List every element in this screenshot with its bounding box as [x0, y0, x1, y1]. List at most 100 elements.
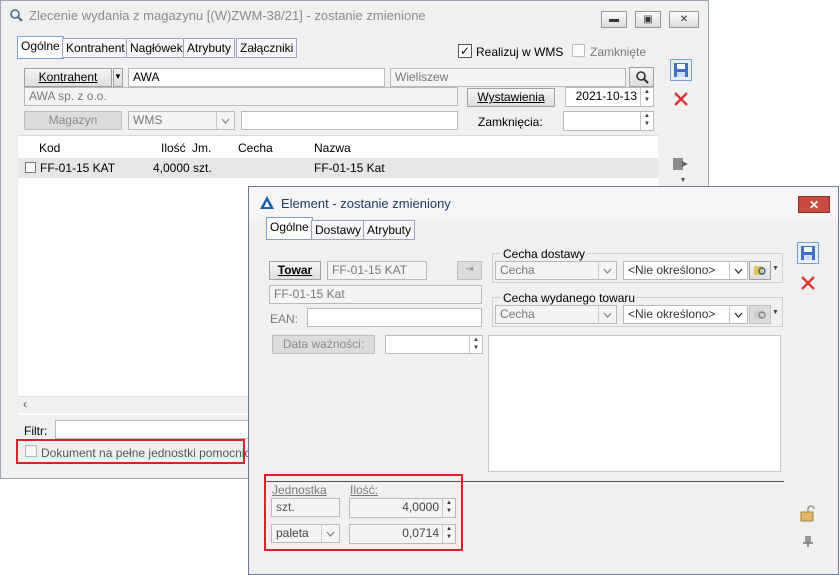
data-waznosci-field[interactable]: ▲ ▼: [385, 335, 483, 354]
chevron-down-icon: [598, 262, 616, 279]
row-checkbox[interactable]: [25, 162, 36, 173]
towar-code-field: FF-01-15 KAT: [327, 261, 427, 280]
cecha-dostawy-lookup-dropdown[interactable]: ▼: [772, 265, 780, 272]
search-button[interactable]: [629, 67, 654, 87]
towar-button[interactable]: Towar: [269, 261, 321, 280]
dialog-titlebar: Element - zostanie zmieniony: [249, 187, 838, 219]
pin-icon: [803, 536, 813, 547]
zamkniecia-date-field[interactable]: ▲ ▼: [563, 111, 654, 131]
cell-kod: FF-01-15 KAT: [40, 161, 116, 175]
scroll-left-icon[interactable]: ‹: [23, 397, 27, 411]
wystawienia-button-label: Wystawienia: [477, 90, 545, 104]
realizuj-wms-checkbox[interactable]: ✓: [458, 44, 472, 58]
main-window-title: Zlecenie wydania z magazynu [(W)ZWM-38/2…: [29, 7, 426, 23]
filter-field[interactable]: [55, 420, 251, 439]
chevron-down-icon: [216, 112, 234, 129]
export-dropdown[interactable]: ▼: [675, 177, 691, 185]
minimize-button[interactable]: ▬: [601, 11, 627, 28]
date-spinner[interactable]: ▲ ▼: [640, 88, 653, 106]
kontrahent-name-field: AWA sp. z o.o.: [24, 87, 458, 106]
dialog-tab-atrybuty[interactable]: Atrybuty: [363, 220, 416, 240]
col-cecha[interactable]: Cecha: [238, 141, 273, 155]
pelne-jednostki-checkbox[interactable]: [25, 445, 37, 457]
col-nazwa[interactable]: Nazwa: [314, 141, 351, 155]
cecha-wydanego-combo-value: Cecha: [500, 307, 535, 321]
cecha-dostawy-combo[interactable]: Cecha: [495, 261, 617, 280]
realizuj-wms-label: Realizuj w WMS: [476, 45, 564, 59]
dialog-tab-ogolne[interactable]: Ogólne: [266, 217, 313, 240]
magazyn-combo-value: WMS: [133, 113, 163, 127]
cecha-dostawy-value: <Nie określono>: [628, 263, 716, 277]
col-ilosc[interactable]: Ilość: [161, 141, 186, 155]
kontrahent-city-field: Wieliszew: [390, 68, 626, 87]
close-button[interactable]: ✕: [669, 11, 699, 28]
kontrahent-code-field[interactable]: AWA: [128, 68, 385, 87]
col-jm[interactable]: Jm.: [192, 141, 211, 155]
tab-ogolne[interactable]: Ogólne: [17, 36, 64, 59]
unlock-button[interactable]: [797, 502, 819, 524]
dialog-tab-dostawy[interactable]: Dostawy: [311, 220, 366, 240]
towar-button-label: Towar: [277, 263, 313, 277]
pelne-jednostki-label: Dokument na pełne jednostki pomocnicze: [41, 446, 264, 460]
wystawienia-date-field[interactable]: 2021-10-13 ▲ ▼: [565, 87, 654, 107]
cell-jm: szt.: [193, 161, 212, 175]
kontrahent-button[interactable]: Kontrahent: [24, 68, 112, 87]
maximize-button[interactable]: ▣: [635, 11, 661, 28]
kontrahent-button-label: Kontrahent: [38, 70, 98, 84]
ean-field[interactable]: [307, 308, 482, 327]
search-icon: [635, 71, 649, 84]
save-button[interactable]: [670, 59, 692, 81]
tab-kontrahent[interactable]: Kontrahent: [62, 38, 129, 58]
data-waznosci-button[interactable]: Data ważności:: [272, 335, 375, 354]
dialog-cancel-x-icon: [801, 276, 815, 290]
tab-zalaczniki[interactable]: Załączniki: [236, 38, 298, 58]
cecha-wydanego-value: <Nie określono>: [628, 307, 716, 321]
pin-button[interactable]: [797, 530, 819, 552]
cecha-dostawy-combo-value: Cecha: [500, 263, 535, 277]
cecha-wydanego-value-combo[interactable]: <Nie określono>: [623, 305, 748, 324]
export-button[interactable]: [670, 153, 692, 175]
col-kod[interactable]: Kod: [39, 141, 60, 155]
cecha-dostawy-label: Cecha dostawy: [501, 247, 588, 261]
magazyn-combo[interactable]: WMS: [128, 111, 235, 130]
element-dialog: Element - zostanie zmieniony ✕ Ogólne Do…: [248, 186, 839, 575]
export-icon: [673, 158, 688, 170]
cell-ilosc: 4,0000: [153, 161, 190, 175]
data-waznosci-spinner[interactable]: ▲ ▼: [469, 336, 482, 353]
cancel-button[interactable]: [670, 88, 692, 110]
dialog-title: Element - zostanie zmieniony: [281, 195, 451, 211]
horizontal-scrollbar[interactable]: ‹: [18, 396, 250, 413]
filter-label: Filtr:: [24, 424, 48, 438]
cecha-dostawy-value-combo[interactable]: <Nie określono>: [623, 261, 748, 280]
notes-area[interactable]: [488, 335, 781, 472]
cecha-wydanego-label: Cecha wydanego towaru: [501, 291, 638, 305]
table-row[interactable]: FF-01-15 KAT 4,0000 szt. FF-01-15 Kat: [18, 158, 658, 178]
wystawienia-date-value: 2021-10-13: [575, 89, 637, 103]
cecha-wydanego-lookup-dropdown[interactable]: ▼: [772, 309, 780, 316]
zamkniecia-spinner[interactable]: ▲ ▼: [640, 112, 653, 130]
towar-link-button[interactable]: ⇥: [457, 261, 482, 280]
tab-atrybuty[interactable]: Atrybuty: [183, 38, 236, 58]
chevron-down-icon: [598, 306, 616, 323]
unlock-icon: [800, 505, 815, 522]
cecha-wydanego-combo[interactable]: Cecha: [495, 305, 617, 324]
kontrahent-dropdown[interactable]: ▼: [113, 68, 123, 87]
lookup-icon: [753, 310, 766, 319]
dialog-logo-icon: [259, 195, 275, 211]
search-doc-icon: [9, 8, 23, 22]
units-highlight: [264, 474, 463, 551]
zamkniete-checkbox[interactable]: [572, 44, 585, 57]
dialog-close-button[interactable]: ✕: [798, 196, 830, 213]
dialog-cancel-button[interactable]: [797, 272, 819, 294]
wystawienia-button[interactable]: Wystawienia: [467, 88, 555, 107]
cecha-wydanego-lookup-button[interactable]: [749, 305, 771, 324]
lookup-icon: [753, 266, 766, 275]
towar-name-field: FF-01-15 Kat: [269, 285, 482, 304]
cecha-dostawy-lookup-button[interactable]: [749, 261, 771, 280]
tab-naglowek[interactable]: Nagłówek: [126, 38, 187, 58]
magazyn-extra-field[interactable]: [241, 111, 458, 130]
dialog-save-button[interactable]: [797, 242, 819, 264]
zamkniecia-label: Zamknięcia:: [478, 115, 543, 129]
magazyn-button[interactable]: Magazyn: [24, 111, 122, 130]
dialog-save-icon: [801, 246, 815, 260]
